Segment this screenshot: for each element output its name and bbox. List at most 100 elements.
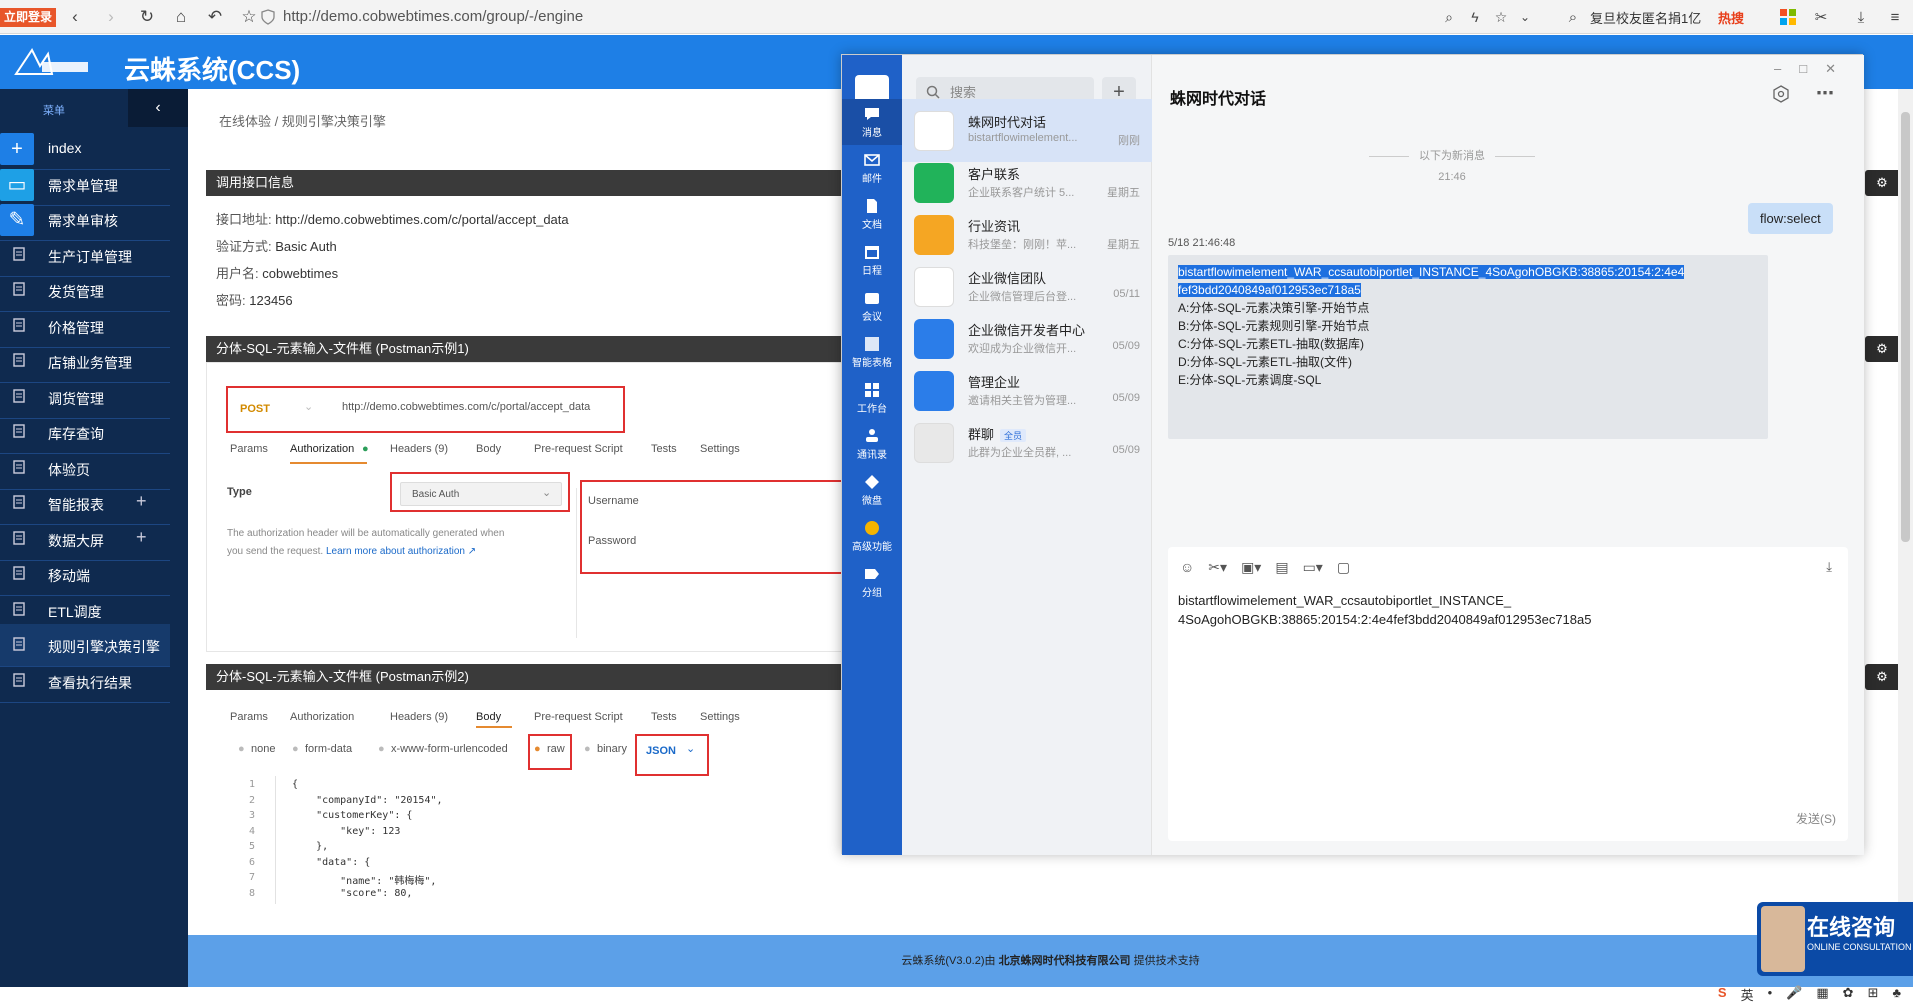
window-controls[interactable]: –□✕ xyxy=(1774,61,1854,77)
postman-tab[interactable]: Settings xyxy=(700,443,740,455)
home-icon[interactable]: ⌂ xyxy=(170,6,192,28)
chat-panel: 蛛网时代对话 ⋯ –□✕ 以下为新消息 21:46 flow:select 5/… xyxy=(1152,55,1864,855)
folder-icon[interactable]: ▭▾ xyxy=(1303,559,1323,576)
line-number: 4 xyxy=(248,825,255,837)
rail-item-chat-bubble[interactable]: 消息 xyxy=(842,99,902,145)
body-type-label[interactable]: none xyxy=(251,743,275,755)
search-icon[interactable]: ⌕ xyxy=(1562,6,1584,28)
menu-icon[interactable]: ≡ xyxy=(1884,6,1906,28)
postman-tab[interactable]: Params xyxy=(230,443,268,455)
postman-tab[interactable]: Body xyxy=(476,443,501,455)
postman-tab[interactable]: Tests xyxy=(651,443,677,455)
rail-item-workbench[interactable]: 工作台 xyxy=(842,375,902,421)
lightning-icon[interactable]: ϟ xyxy=(1464,6,1486,28)
punct-icon[interactable]: • xyxy=(1768,985,1773,1004)
rail-item-mail[interactable]: 邮件 xyxy=(842,145,902,191)
security-shield-icon[interactable] xyxy=(260,9,276,25)
auth-help-link[interactable]: Learn more about authorization ↗ xyxy=(326,546,476,557)
send-button[interactable]: 发送(S) xyxy=(1796,810,1836,827)
radio-icon[interactable]: ● xyxy=(534,743,541,755)
message-input-panel[interactable]: ☺ ✂▾ ▣▾ ▤ ▭▾ ▢ ⤓ bistartflowimelement_WA… xyxy=(1168,547,1848,841)
conversation-item[interactable]: 群聊 全员 此群为企业全员群, ... 05/09 xyxy=(902,411,1152,474)
reload-icon[interactable]: ↻ xyxy=(136,6,158,28)
login-badge[interactable]: 立即登录 xyxy=(0,8,57,27)
postman-tab[interactable]: Pre-request Script xyxy=(534,711,623,723)
postman-tab[interactable]: Body xyxy=(476,711,501,723)
note-icon[interactable]: ▤ xyxy=(1275,559,1288,576)
screen-share-icon[interactable]: ▢ xyxy=(1337,559,1350,576)
message-bubble[interactable]: bistartflowimelement_WAR_ccsautobiportle… xyxy=(1168,255,1768,439)
back-icon[interactable]: ‹ xyxy=(64,6,86,28)
apps-grid-icon[interactable] xyxy=(1780,9,1796,25)
postman-tab[interactable]: Authorization xyxy=(290,443,354,455)
skin-icon[interactable]: ✿ xyxy=(1843,985,1854,1004)
sidebar-item[interactable]: 查看执行结果 xyxy=(0,660,170,703)
body-type-label[interactable]: binary xyxy=(597,743,627,755)
postman-tab[interactable]: Params xyxy=(230,711,268,723)
bookmark-star-icon[interactable]: ☆ xyxy=(238,6,260,28)
postman-tab[interactable]: Authorization xyxy=(290,711,354,723)
rail-item-advanced[interactable]: 高级功能 xyxy=(842,513,902,559)
download-icon[interactable]: ⤓ xyxy=(1826,559,1832,575)
rail-label: 消息 xyxy=(862,128,882,139)
method-select[interactable]: POST xyxy=(240,403,270,415)
scissors-icon[interactable]: ✂ xyxy=(1810,6,1832,28)
rail-item-calendar[interactable]: 日程 xyxy=(842,237,902,283)
format-select[interactable]: JSON xyxy=(646,745,676,757)
message-input[interactable]: bistartflowimelement_WAR_ccsautobiportle… xyxy=(1178,591,1818,629)
undo-icon[interactable]: ↶ xyxy=(204,6,226,28)
settings-hex-icon[interactable] xyxy=(1772,85,1790,103)
shirt-icon[interactable]: ♣ xyxy=(1892,985,1901,1004)
forward-icon[interactable]: › xyxy=(100,6,122,28)
rail-item-drive[interactable]: 微盘 xyxy=(842,467,902,513)
body-type-label[interactable]: form-data xyxy=(305,743,352,755)
sogou-icon[interactable]: S xyxy=(1718,985,1727,1004)
footer-text-2: 提供技术支持 xyxy=(1133,955,1200,967)
ime-indicator[interactable]: 英 xyxy=(1741,985,1754,1004)
zoom-icon[interactable]: ⌕ xyxy=(1438,6,1460,28)
chevron-down-icon[interactable]: ⌄ xyxy=(1514,6,1536,28)
scissors-icon[interactable]: ✂▾ xyxy=(1208,559,1227,576)
postman-tab[interactable]: Tests xyxy=(651,711,677,723)
gear-icon[interactable]: ⚙ xyxy=(1865,336,1899,362)
scrollbar-thumb[interactable] xyxy=(1901,112,1910,542)
expand-plus-icon[interactable]: + xyxy=(136,491,147,512)
favorite-icon[interactable]: ☆ xyxy=(1490,6,1512,28)
image-icon[interactable]: ▣▾ xyxy=(1241,559,1261,576)
rail-item-doc[interactable]: 文档 xyxy=(842,191,902,237)
postman-tab[interactable]: Pre-request Script xyxy=(534,443,623,455)
own-message-bubble[interactable]: flow:select xyxy=(1748,203,1833,234)
radio-icon[interactable]: ● xyxy=(584,743,591,755)
gear-icon[interactable]: ⚙ xyxy=(1865,664,1899,690)
selected-text-2[interactable]: fef3bdd2040849af012953ec718a5 xyxy=(1178,283,1361,297)
emoji-icon[interactable]: ☺ xyxy=(1180,559,1194,576)
chevron-left-icon[interactable]: ‹ xyxy=(128,89,188,127)
selected-text-1[interactable]: bistartflowimelement_WAR_ccsautobiportle… xyxy=(1178,265,1685,279)
mic-icon[interactable]: 🎤 xyxy=(1786,985,1802,1004)
online-consult-widget[interactable]: 在线咨询 ONLINE CONSULTATION xyxy=(1757,902,1913,976)
expand-plus-icon[interactable]: + xyxy=(136,527,147,548)
conversation-avatar xyxy=(914,163,954,203)
rail-item-smart-table[interactable]: 智能表格 xyxy=(842,329,902,375)
rail-item-contacts[interactable]: 通讯录 xyxy=(842,421,902,467)
gear-icon[interactable]: ⚙ xyxy=(1865,170,1899,196)
postman-tab[interactable]: Headers (9) xyxy=(390,443,448,455)
hot-search-label[interactable]: 热搜 xyxy=(1718,8,1744,27)
download-icon[interactable]: ⤓ xyxy=(1850,6,1872,28)
body-type-label[interactable]: x-www-form-urlencoded xyxy=(391,743,508,755)
rail-item-tag[interactable]: 分组 xyxy=(842,559,902,605)
radio-icon[interactable]: ● xyxy=(238,743,245,755)
postman-tab[interactable]: Settings xyxy=(700,711,740,723)
postman-tab[interactable]: Headers (9) xyxy=(390,711,448,723)
radio-icon[interactable]: ● xyxy=(378,743,385,755)
more-icon[interactable]: ⋯ xyxy=(1816,83,1834,104)
browser-search-text[interactable]: 复旦校友匿名捐1亿 xyxy=(1590,8,1701,27)
request-url-input[interactable]: http://demo.cobwebtimes.com/c/portal/acc… xyxy=(342,401,590,413)
radio-icon[interactable]: ● xyxy=(292,743,299,755)
body-type-label[interactable]: raw xyxy=(547,743,565,755)
grid-icon[interactable]: ⊞ xyxy=(1868,985,1879,1004)
rail-label: 工作台 xyxy=(857,404,887,415)
address-bar[interactable]: http://demo.cobwebtimes.com/group/-/engi… xyxy=(283,7,583,27)
keyboard-icon[interactable]: ▦ xyxy=(1816,985,1828,1004)
rail-item-meeting[interactable]: 会议 xyxy=(842,283,902,329)
